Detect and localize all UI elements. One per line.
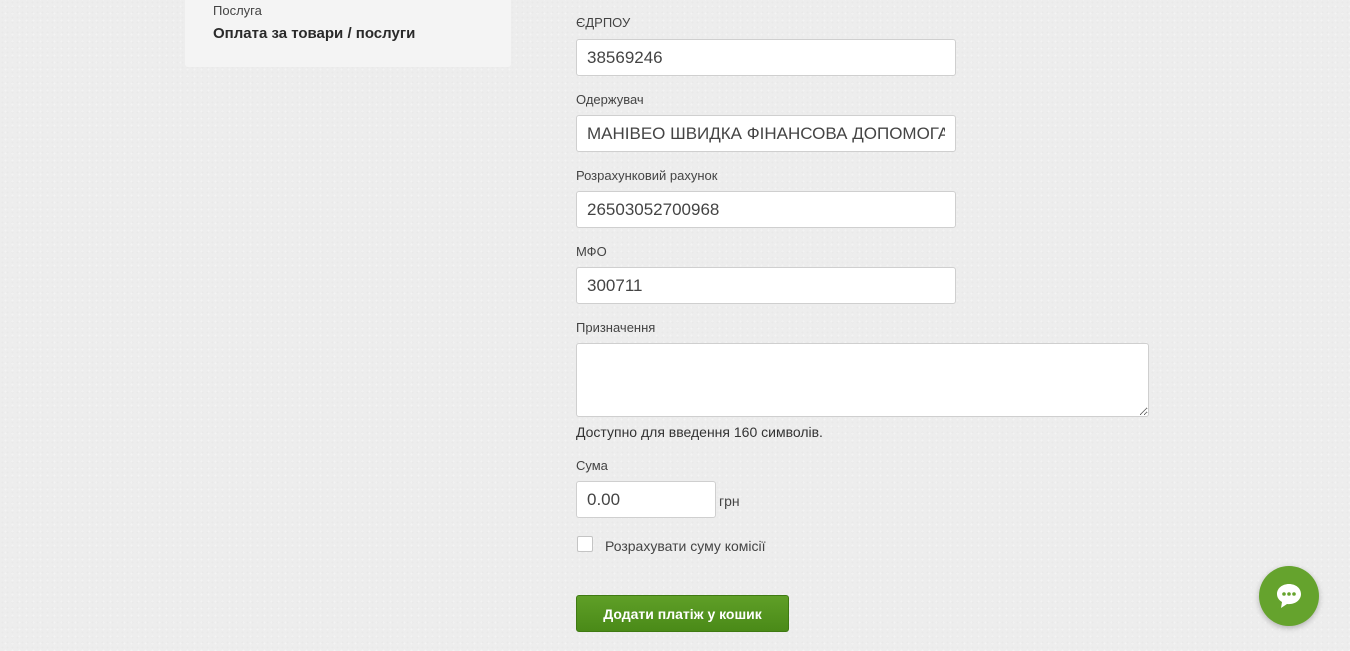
commission-label[interactable]: Розрахувати суму комісії <box>605 538 766 555</box>
amount-input[interactable] <box>576 481 716 518</box>
recipient-input[interactable] <box>576 115 956 152</box>
service-card: Послуга Оплата за товари / послуги <box>185 0 511 67</box>
recipient-label: Одержувач <box>576 92 644 107</box>
add-to-cart-button[interactable]: Додати платіж у кошик <box>576 595 789 632</box>
chat-button[interactable] <box>1259 566 1319 626</box>
chat-bubble-icon <box>1277 584 1301 608</box>
amount-label: Сума <box>576 458 608 473</box>
commission-checkbox[interactable] <box>577 536 593 552</box>
service-label: Послуга <box>213 3 262 18</box>
purpose-hint: Доступно для введення 160 символів. <box>576 424 823 440</box>
currency-label: грн <box>719 493 740 509</box>
mfo-input[interactable] <box>576 267 956 304</box>
account-input[interactable] <box>576 191 956 228</box>
purpose-textarea[interactable] <box>576 343 1149 417</box>
service-name: Оплата за товари / послуги <box>213 25 416 42</box>
account-label: Розрахунковий рахунок <box>576 168 718 183</box>
edrpou-label: ЄДРПОУ <box>576 15 631 30</box>
purpose-label: Призначення <box>576 320 656 335</box>
payment-page: Послуга Оплата за товари / послуги ЄДРПО… <box>0 0 1350 651</box>
edrpou-input[interactable] <box>576 39 956 76</box>
mfo-label: МФО <box>576 244 607 259</box>
